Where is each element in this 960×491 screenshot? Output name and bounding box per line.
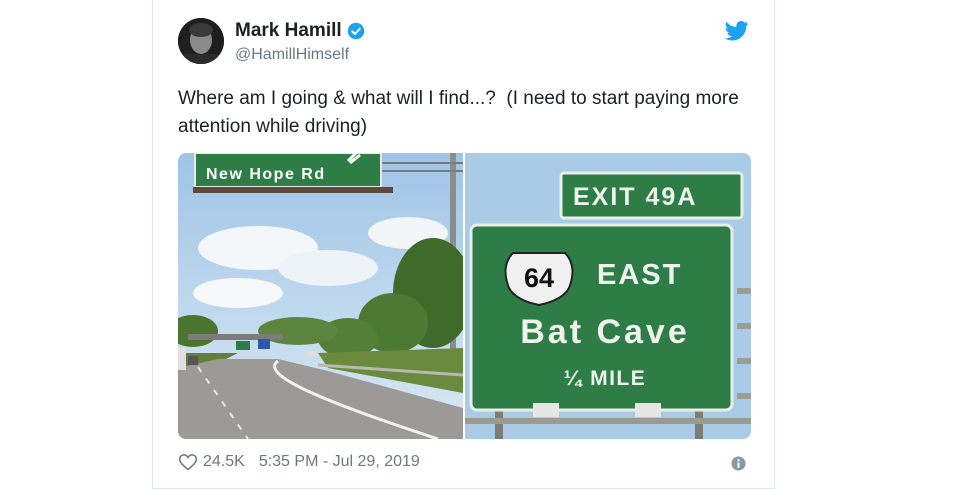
twitter-bird-icon[interactable]: [725, 20, 749, 42]
photo-right[interactable]: EXIT 49A 64 EAST Bat Cave ¼ MILE: [465, 153, 751, 439]
photo-left[interactable]: New Hope Rd: [178, 153, 463, 439]
like-count[interactable]: 24.5K: [203, 453, 245, 471]
avatar[interactable]: [178, 18, 224, 64]
info-icon[interactable]: [731, 456, 746, 471]
author-name-row[interactable]: Mark Hamill: [235, 20, 365, 42]
exit-tab-text: EXIT 49A: [573, 183, 697, 211]
verified-badge-icon: [347, 22, 364, 40]
distance-text: ¼ MILE: [564, 367, 647, 390]
author-name[interactable]: Mark Hamill: [235, 20, 342, 42]
destination-text: Bat Cave: [520, 313, 690, 351]
author-handle[interactable]: @HamillHimself: [235, 46, 349, 64]
direction-text: EAST: [597, 259, 682, 291]
avatar-image: [178, 18, 224, 64]
tweet-card: Mark Hamill @HamillHimself Where am I go…: [152, 0, 775, 489]
tweet-text: Where am I going & what will I find...? …: [178, 88, 745, 137]
tweet-media[interactable]: New Hope Rd EXIT 49A 64 EAST Bat Cave ¼ …: [178, 153, 751, 439]
left-sign-text: New Hope Rd: [206, 166, 326, 183]
heart-icon[interactable]: [178, 452, 198, 472]
route-number: 64: [524, 263, 554, 293]
timestamp[interactable]: 5:35 PM - Jul 29, 2019: [259, 453, 420, 471]
tweet-footer: 24.5K 5:35 PM - Jul 29, 2019: [178, 452, 420, 472]
